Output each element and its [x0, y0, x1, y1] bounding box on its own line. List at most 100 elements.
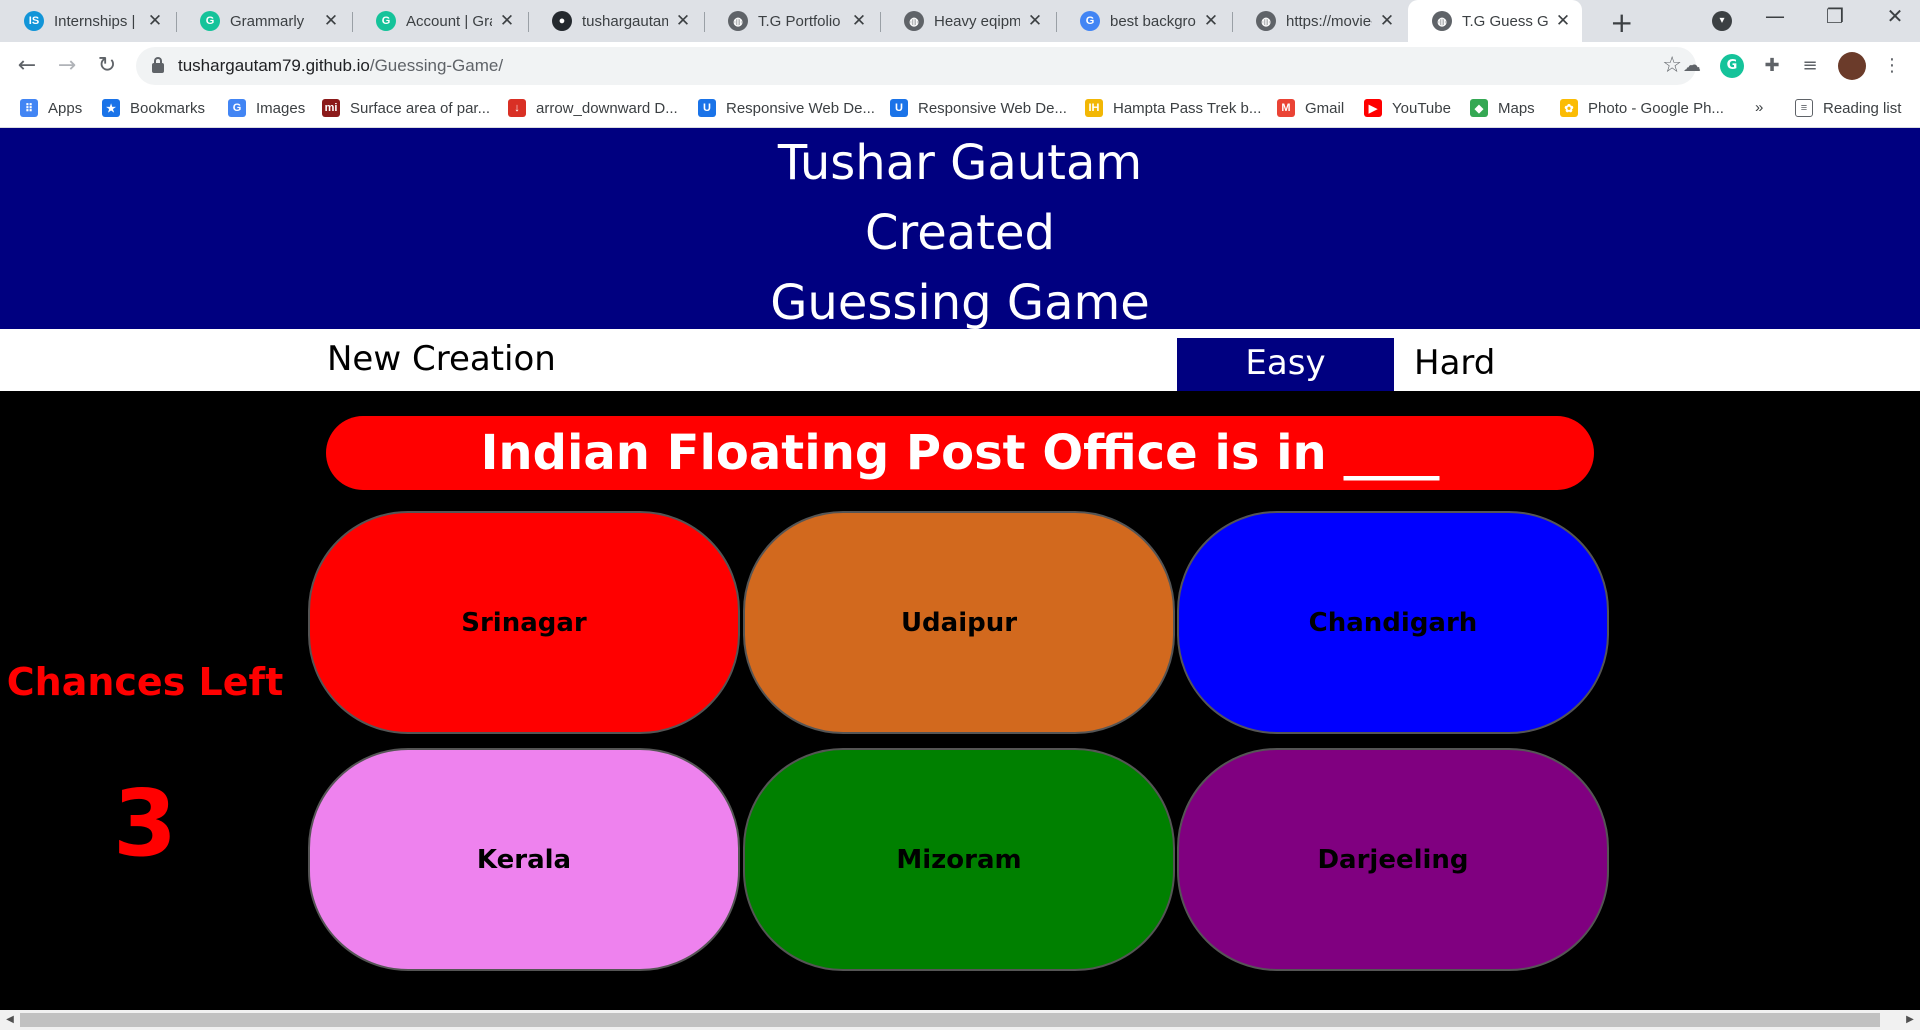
- hard-mode-button[interactable]: Hard: [1394, 338, 1514, 391]
- bookmark-label: arrow_downward D...: [536, 99, 678, 117]
- tab-title: tushargautam7: [582, 12, 668, 30]
- tab-title: T.G Portfolio: [758, 12, 841, 30]
- cloud-extension-icon[interactable]: ☁: [1680, 54, 1704, 78]
- new-creation-link[interactable]: New Creation: [327, 339, 556, 379]
- option-label: Darjeeling: [1317, 844, 1469, 875]
- puzzle-extensions-icon[interactable]: ✚: [1760, 54, 1784, 78]
- tab-close-icon[interactable]: ✕: [498, 11, 516, 31]
- profile-avatar[interactable]: [1838, 52, 1866, 80]
- tab-separator: [176, 12, 177, 32]
- bookmark-label: Photo - Google Ph...: [1588, 99, 1724, 117]
- minimize-icon[interactable]: —: [1745, 4, 1805, 28]
- tab-separator: [1056, 12, 1057, 32]
- bookmark-item[interactable]: U Responsive Web De...: [890, 99, 1067, 117]
- tab-close-icon[interactable]: ✕: [1202, 11, 1220, 31]
- tab-close-icon[interactable]: ✕: [322, 11, 340, 31]
- reading-list-icon: ≡: [1795, 99, 1813, 117]
- bookmark-item[interactable]: ★ Bookmarks: [102, 99, 205, 117]
- google-icon: G: [228, 99, 246, 117]
- browser-tab[interactable]: ◍ Heavy eqipmen ✕: [880, 0, 1054, 42]
- chances-left-label: Chances Left: [6, 660, 284, 704]
- bookmark-label: Surface area of par...: [350, 99, 491, 117]
- browser-tab[interactable]: G Account | Gram ✕: [352, 0, 526, 42]
- scrollbar-thumb[interactable]: [20, 1013, 1880, 1027]
- bookmark-item[interactable]: IH Hampta Pass Trek b...: [1085, 99, 1261, 117]
- reading-list-button[interactable]: ≡ Reading list: [1795, 99, 1901, 117]
- browser-tab[interactable]: IS Internships | Sh ✕: [0, 0, 174, 42]
- more-menu-icon[interactable]: ⋮: [1880, 54, 1904, 78]
- game-page: Tushar Gautam Created Guessing Game New …: [0, 128, 1920, 1010]
- tab-close-icon[interactable]: ✕: [1378, 11, 1396, 31]
- bookmark-item[interactable]: ↓ arrow_downward D...: [508, 99, 678, 117]
- horizontal-scrollbar[interactable]: ◀ ▶: [0, 1010, 1920, 1030]
- maximize-icon[interactable]: ❐: [1805, 4, 1865, 28]
- header-line-created: Created: [865, 205, 1055, 261]
- option-button-3[interactable]: Chandigarh: [1177, 511, 1609, 734]
- youtube-icon: ▶: [1364, 99, 1382, 117]
- bookmark-item[interactable]: U Responsive Web De...: [698, 99, 875, 117]
- browser-tab[interactable]: ◍ T.G Guess Gam ✕: [1408, 0, 1582, 42]
- close-window-icon[interactable]: ✕: [1865, 4, 1920, 28]
- back-arrow-icon[interactable]: ←: [12, 51, 42, 81]
- browser-tab[interactable]: G Grammarly ✕: [176, 0, 350, 42]
- bookmark-item[interactable]: ⠿ Apps: [20, 99, 82, 117]
- option-label: Chandigarh: [1308, 607, 1478, 638]
- address-bar[interactable]: tushargautam79.github.io/Guessing-Game/ …: [136, 47, 1696, 85]
- forward-arrow-icon[interactable]: →: [52, 51, 82, 81]
- option-label: Udaipur: [900, 607, 1018, 638]
- url-path: /Guessing-Game/: [369, 56, 504, 75]
- tab-separator: [880, 12, 881, 32]
- tab-title: best backgrou: [1110, 12, 1196, 30]
- bookmark-item[interactable]: ▶ YouTube: [1364, 99, 1451, 117]
- browser-tab[interactable]: ◍ T.G Portfolio ✕: [704, 0, 878, 42]
- grammarly-extension-icon[interactable]: G: [1720, 54, 1744, 78]
- bookmark-label: Maps: [1498, 99, 1535, 117]
- bookmark-item[interactable]: ✿ Photo - Google Ph...: [1560, 99, 1724, 117]
- tab-title: Heavy eqipmen: [934, 12, 1020, 30]
- easy-mode-button[interactable]: Easy: [1177, 338, 1394, 391]
- header-line-game: Guessing Game: [770, 275, 1150, 331]
- browser-tab[interactable]: ◍ https://movie- ✕: [1232, 0, 1406, 42]
- tab-close-icon[interactable]: ✕: [146, 11, 164, 31]
- tab-close-icon[interactable]: ✕: [674, 11, 692, 31]
- url-host: tushargautam79.github.io: [178, 56, 370, 75]
- scroll-left-icon[interactable]: ◀: [0, 1010, 20, 1030]
- bookmark-item[interactable]: M Gmail: [1277, 99, 1344, 117]
- apps-grid-icon: ⠿: [20, 99, 38, 117]
- browser-tab[interactable]: Gbest backgrou ✕: [1056, 0, 1230, 42]
- media-control-icon[interactable]: ≡: [1798, 54, 1822, 78]
- grammarly-icon: G: [376, 11, 396, 31]
- tab-separator: [1232, 12, 1233, 32]
- option-button-5[interactable]: Mizoram: [743, 748, 1175, 971]
- scroll-right-icon[interactable]: ▶: [1900, 1010, 1920, 1030]
- option-button-6[interactable]: Darjeeling: [1177, 748, 1609, 971]
- option-button-2[interactable]: Udaipur: [743, 511, 1175, 734]
- url-text[interactable]: tushargautam79.github.io/Guessing-Game/: [178, 56, 503, 76]
- lock-icon[interactable]: [152, 57, 164, 73]
- tab-search-icon[interactable]: ▾: [1712, 11, 1732, 31]
- bookmark-item[interactable]: mi Surface area of par...: [322, 99, 490, 117]
- maps-icon: ◆: [1470, 99, 1488, 117]
- option-button-4[interactable]: Kerala: [308, 748, 740, 971]
- bookmarks-bar: » ≡ Reading list ⠿ Apps ★ Bookmarks G Images m…: [0, 90, 1920, 128]
- arrow-icon: ↓: [508, 99, 526, 117]
- game-navbar: New Creation Easy Hard: [0, 329, 1920, 391]
- bookmarks-overflow-icon[interactable]: »: [1755, 99, 1763, 116]
- tab-close-icon[interactable]: ✕: [1026, 11, 1044, 31]
- tab-close-icon[interactable]: ✕: [1554, 11, 1572, 31]
- google-icon: G: [1080, 11, 1100, 31]
- browser-tab[interactable]: ● tushargautam7 ✕: [528, 0, 702, 42]
- bookmark-item[interactable]: G Images: [228, 99, 305, 117]
- tab-title: Internships | Sh: [54, 12, 140, 30]
- tab-separator: [352, 12, 353, 32]
- bookmark-item[interactable]: ◆ Maps: [1470, 99, 1535, 117]
- globe-icon: ◍: [728, 11, 748, 31]
- option-button-1[interactable]: Srinagar: [308, 511, 740, 734]
- udemy-icon: U: [698, 99, 716, 117]
- reload-icon[interactable]: ↻: [92, 51, 122, 81]
- bookmark-label: Responsive Web De...: [918, 99, 1067, 117]
- new-tab-button[interactable]: +: [1610, 6, 1633, 39]
- browser-toolbar: ← → ↻ tushargautam79.github.io/Guessing-…: [0, 42, 1920, 90]
- tab-close-icon[interactable]: ✕: [850, 11, 868, 31]
- page-header: Tushar Gautam Created Guessing Game: [0, 128, 1920, 331]
